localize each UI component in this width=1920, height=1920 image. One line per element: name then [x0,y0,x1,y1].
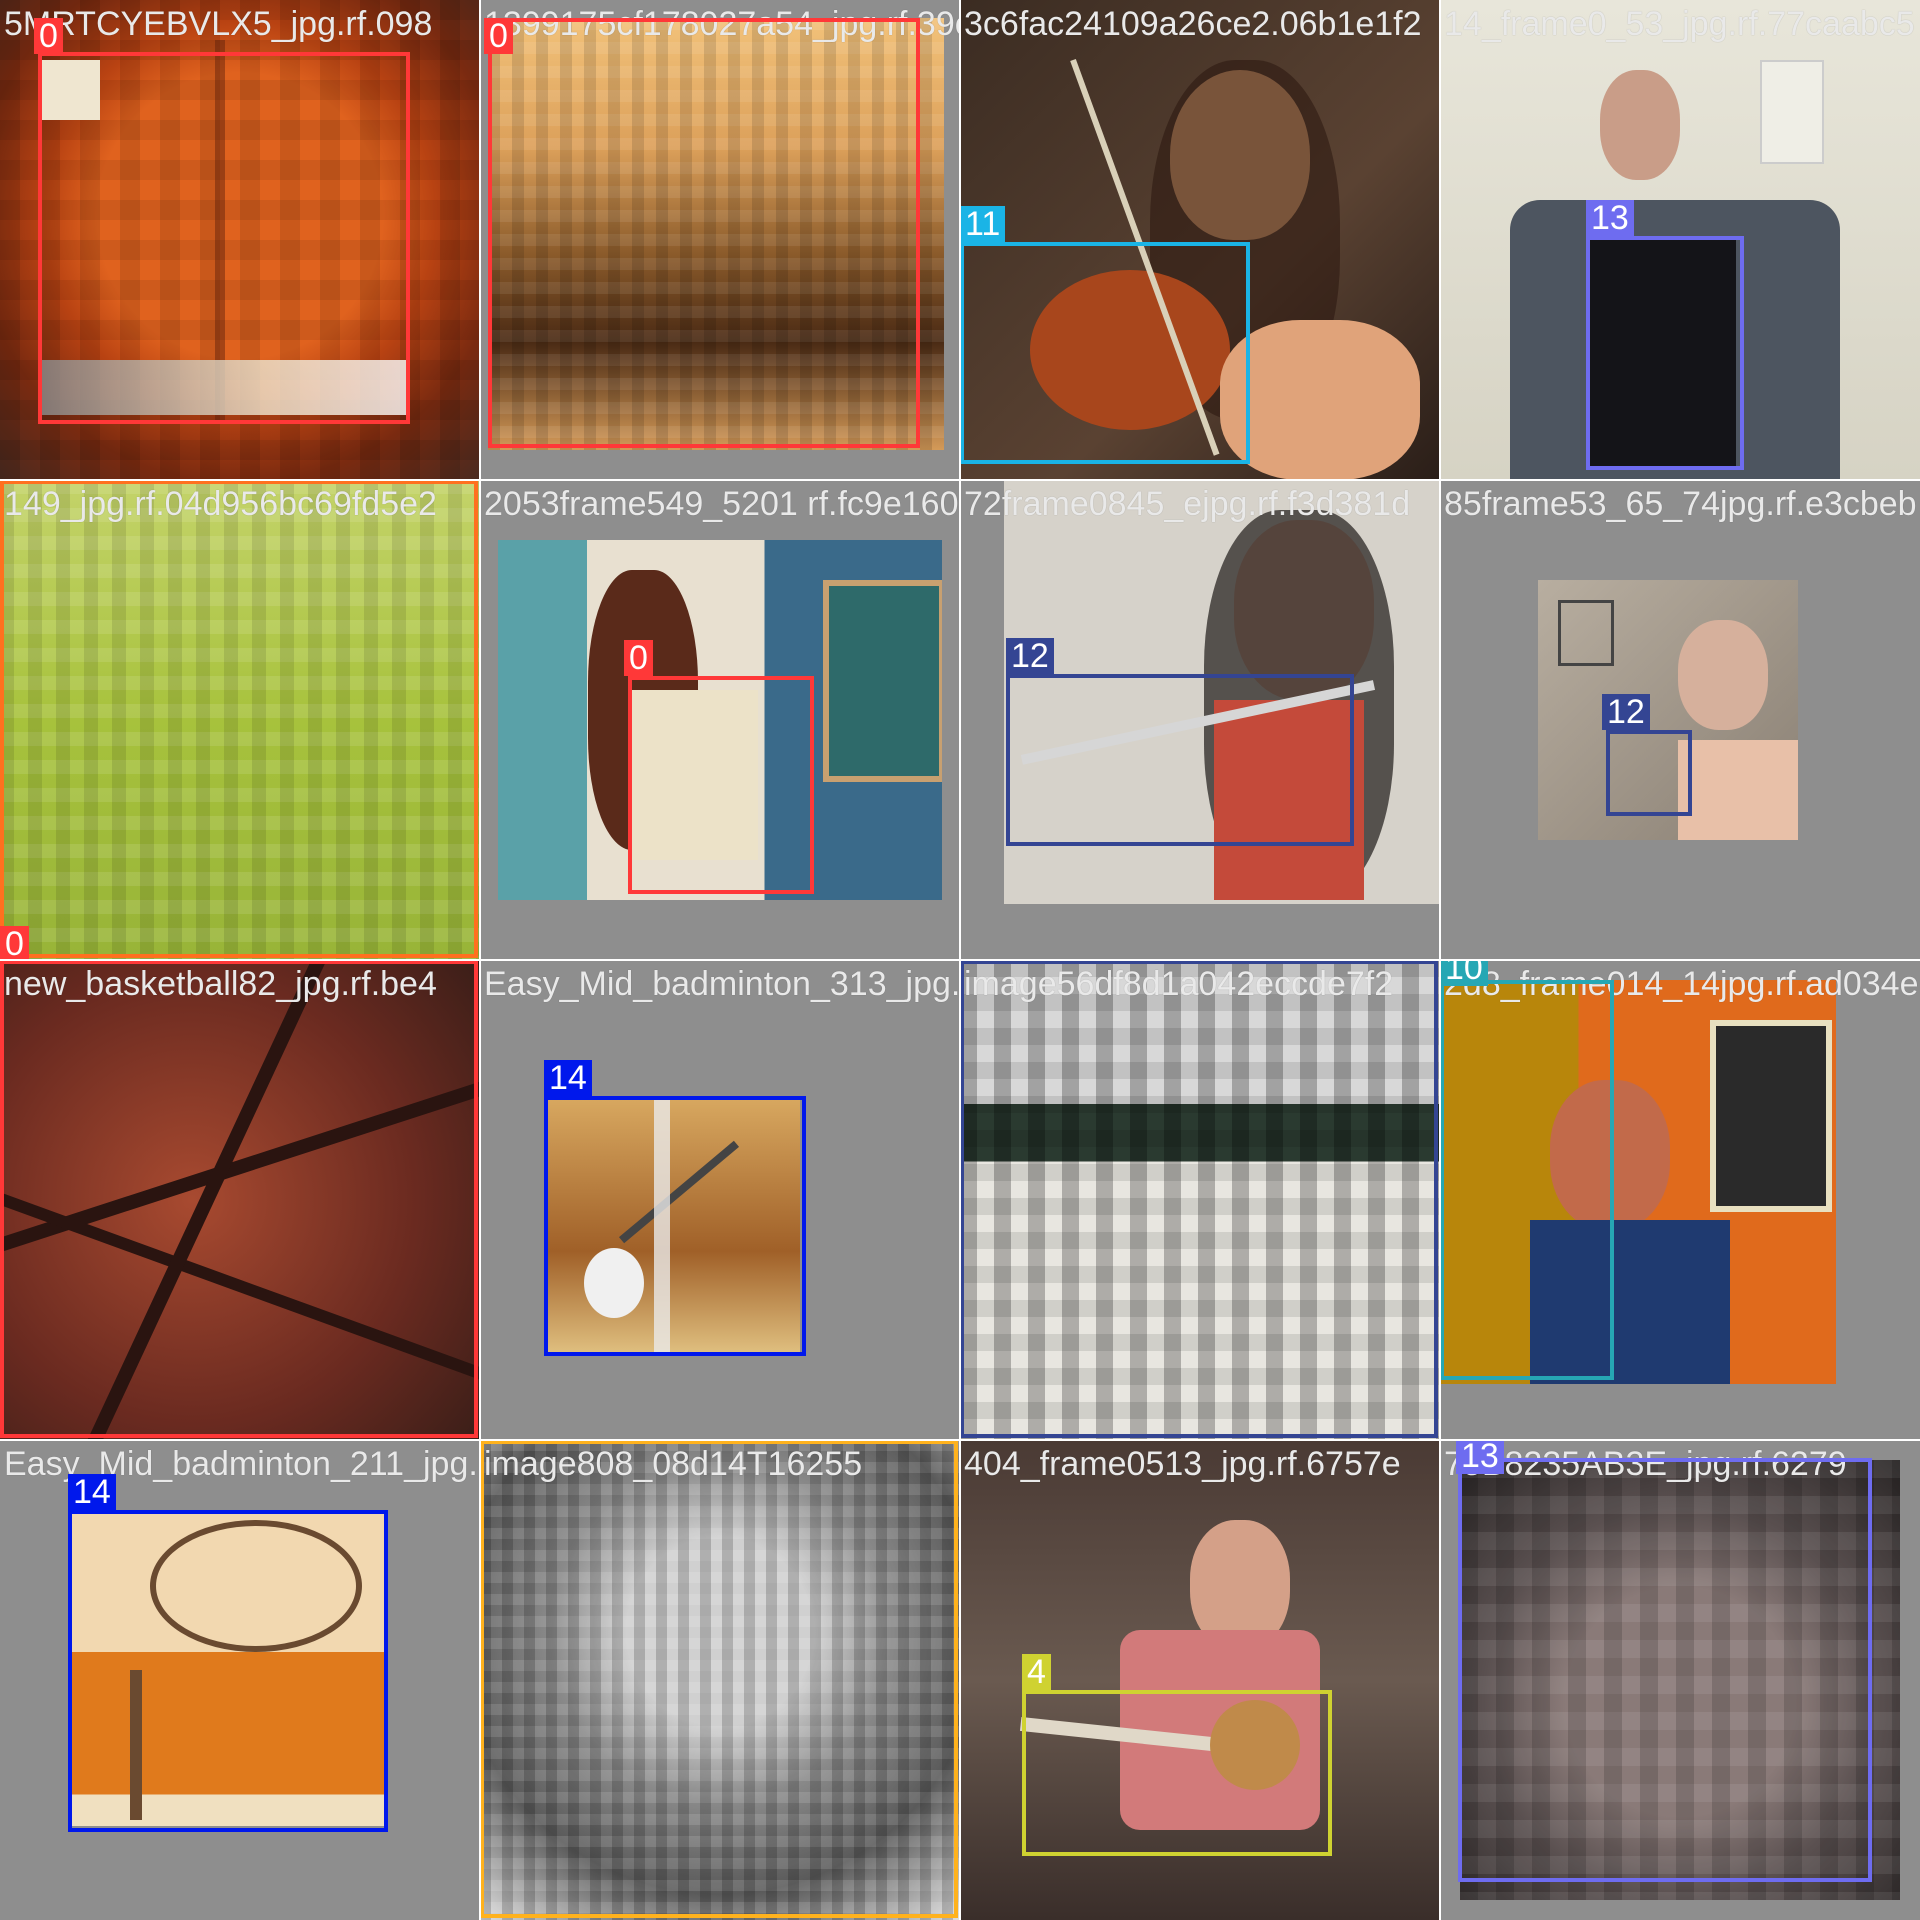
tile-16: 75B8235AB3E_jpg.rf.6279 13 [1440,1440,1920,1920]
bounding-box [628,676,814,894]
bounding-box [1440,980,1614,1380]
tile-1: 5MRTCYEBVLX5_jpg.rf.098 0 [0,0,480,480]
bounding-box [68,1510,388,1832]
tile-15: 404_frame0513_jpg.rf.6757e 4 [960,1440,1440,1920]
tile-filename: 2053frame549_5201 rf.fc9e16077 [484,485,960,523]
bounding-box [1022,1690,1332,1856]
tile-8: 85frame53_65_74jpg.rf.e3cbeb 12 [1440,480,1920,960]
tile-6: 2053frame549_5201 rf.fc9e16077 0 [480,480,960,960]
tile-9: new_basketball82_jpg.rf.be4 [0,960,480,1440]
tile-10: Easy_Mid_badminton_313_jpg.rf 14 [480,960,960,1440]
class-label: 12 [1602,694,1650,730]
tile-13: Easy_Mid_badminton_211_jpg.rf 14 [0,1440,480,1920]
tile-filename: 14_frame0_53_jpg.rf.77caabc5 [1444,5,1915,43]
bounding-box [0,480,478,958]
class-label: 0 [484,18,513,54]
tile-4: 14_frame0_53_jpg.rf.77caabc5 13 [1440,0,1920,480]
bounding-box [1458,1458,1872,1882]
detection-mosaic: 5MRTCYEBVLX5_jpg.rf.098 0 1399175cf17802… [0,0,1920,1920]
grid-divider [0,1439,1920,1441]
class-label: 0 [34,18,63,54]
class-label: 13 [1586,200,1634,236]
class-label: 0 [624,640,653,676]
class-label: 13 [1456,1440,1504,1474]
bounding-box [1586,236,1744,470]
bounding-box [544,1096,806,1356]
grid-divider [0,479,1920,481]
tile-2: 1399175cf178027a54_jpg.rf.39c8 0 [480,0,960,480]
tile-5: 149_jpg.rf.04d956bc69fd5e2 2 0 [0,480,480,960]
tile-14: image808_08d14T16255 3 [480,1440,960,1920]
bounding-box [1006,674,1354,846]
tile-filename: Easy_Mid_badminton_313_jpg.rf [484,965,960,1003]
class-label: 14 [544,1060,592,1096]
bounding-box [0,960,478,1438]
class-label: 14 [68,1474,116,1510]
tile-11: image56df8d1a042eccde7f2 12 [960,960,1440,1440]
tile-filename: 85frame53_65_74jpg.rf.e3cbeb [1444,485,1917,523]
bounding-box [1606,730,1692,816]
tile-7: 72frame0845_ejpg.rf.f3d381d 12 [960,480,1440,960]
bounding-box [960,242,1250,464]
tile-filename: 3c6fac24109a26ce2.06b1e1f2 [964,5,1422,43]
class-label: 4 [1022,1654,1051,1690]
bounding-box [960,960,1438,1438]
tile-filename: 5MRTCYEBVLX5_jpg.rf.098 [4,5,433,43]
tile-filename: 404_frame0513_jpg.rf.6757e [964,1445,1401,1483]
bounding-box [480,1440,958,1918]
class-label: 0 [0,926,29,960]
class-label: 11 [960,206,1006,242]
class-label: 10 [1440,960,1488,986]
tile-12: 2d8_frame014_14jpg.rf.ad034e 10 [1440,960,1920,1440]
grid-divider [0,959,1920,961]
tile-filename: 72frame0845_ejpg.rf.f3d381d [964,485,1411,523]
bounding-box [38,52,410,424]
class-label: 12 [1006,638,1054,674]
tile-3: 3c6fac24109a26ce2.06b1e1f2 11 [960,0,1440,480]
bounding-box [488,18,920,448]
